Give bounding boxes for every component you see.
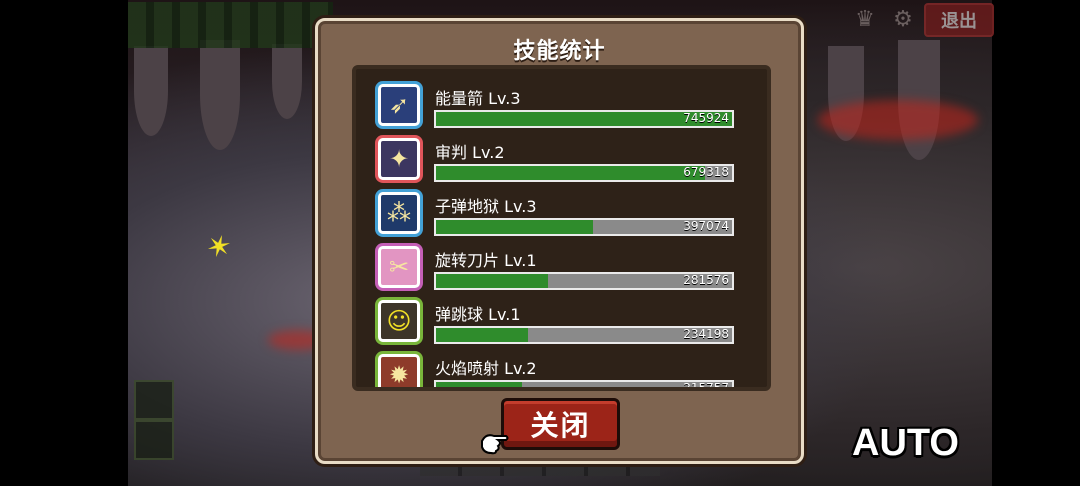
damage-bar: 215757 — [434, 380, 734, 391]
skill-name: 审判 Lv.2 — [435, 143, 505, 162]
pointing-hand-icon — [481, 434, 509, 455]
damage-bar-fill — [436, 166, 706, 180]
damage-bar: 397074 — [434, 218, 734, 236]
close-button[interactable]: 关闭 — [501, 398, 620, 450]
skill-row: ✹ 火焰喷射 Lv.2 215757 — [378, 354, 738, 391]
flamethrower-icon: ✹ — [378, 354, 420, 387]
stalactite — [200, 40, 240, 150]
lava-glow — [818, 100, 978, 140]
bouncing-ball-icon: ☺ — [378, 300, 420, 342]
damage-bar-fill — [436, 220, 593, 234]
damage-value: 679318 — [683, 165, 729, 179]
skill-slot-bar — [128, 2, 333, 48]
stalactite — [134, 46, 168, 136]
gear-icon[interactable]: ⚙ — [890, 6, 916, 32]
dialog-title: 技能统计 — [513, 39, 606, 64]
item-slot[interactable] — [134, 380, 174, 420]
damage-bar-fill — [436, 274, 549, 288]
damage-bar-fill — [436, 382, 522, 387]
item-slot[interactable] — [134, 420, 174, 460]
skill-row: ✦ 审判 Lv.2 679318 — [378, 138, 738, 190]
damage-bar: 679318 — [434, 164, 734, 182]
skill-name: 子弹地狱 Lv.3 — [435, 197, 537, 216]
damage-value: 234198 — [683, 327, 729, 341]
stalactite — [272, 44, 302, 119]
damage-bar-fill — [436, 328, 528, 342]
spinning-blade-icon: ✂ — [378, 246, 420, 288]
skill-list[interactable]: ➶ 能量箭 Lv.3 745924 ✦ 审判 Lv.2 679318 ⁂ 子弹地… — [352, 65, 771, 391]
bullet-hell-icon: ⁂ — [378, 192, 420, 234]
skill-row: ✂ 旋转刀片 Lv.1 281576 — [378, 246, 738, 298]
damage-value: 281576 — [683, 273, 729, 287]
damage-bar: 281576 — [434, 272, 734, 290]
energy-arrow-icon: ➶ — [378, 84, 420, 126]
damage-bar: 745924 — [434, 110, 734, 128]
auto-button[interactable]: AUTO — [852, 422, 959, 465]
damage-value: 397074 — [683, 219, 729, 233]
skill-name: 旋转刀片 Lv.1 — [435, 251, 537, 270]
skill-name: 能量箭 Lv.3 — [435, 89, 521, 108]
skill-name: 弹跳球 Lv.1 — [435, 305, 521, 324]
skill-row: ☺ 弹跳球 Lv.1 234198 — [378, 300, 738, 352]
skill-row: ⁂ 子弹地狱 Lv.3 397074 — [378, 192, 738, 244]
trophy-icon[interactable]: ♛ — [852, 6, 878, 32]
damage-value: 745924 — [683, 111, 729, 125]
damage-value: 215757 — [683, 381, 729, 391]
skill-name: 火焰喷射 Lv.2 — [435, 359, 537, 378]
skill-row: ➶ 能量箭 Lv.3 745924 — [378, 84, 738, 136]
damage-bar: 234198 — [434, 326, 734, 344]
judgment-icon: ✦ — [378, 138, 420, 180]
exit-button[interactable]: 退出 — [924, 3, 994, 37]
